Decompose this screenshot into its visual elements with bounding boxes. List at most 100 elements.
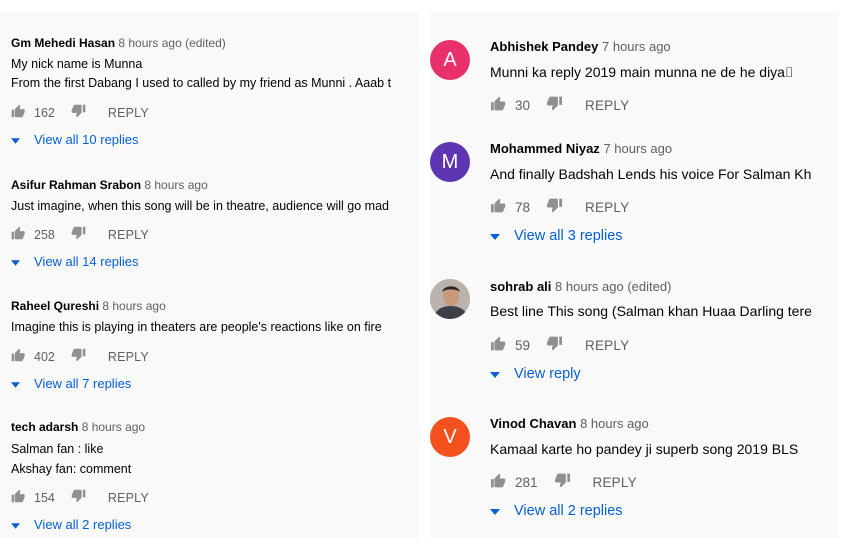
avatar[interactable] — [430, 279, 470, 319]
comment-header: tech adarsh 8 hours ago — [11, 420, 145, 434]
view-replies-label: View all 7 replies — [34, 376, 132, 391]
comment-timestamp[interactable]: 8 hours ago — [102, 299, 165, 313]
comment-actions: 154 REPLY — [11, 489, 149, 506]
avatar[interactable]: A — [430, 40, 470, 80]
thumbs-up-icon[interactable] — [490, 473, 507, 491]
view-replies-label: View all 2 replies — [34, 517, 132, 532]
view-replies-button[interactable]: View all 14 replies — [11, 254, 139, 269]
like-count: 402 — [34, 349, 55, 364]
thumbs-up-icon[interactable] — [490, 336, 507, 354]
comment-text-line: And finally Badshah Lends his voice For … — [490, 166, 812, 182]
comment-actions: 258 REPLY — [11, 226, 149, 243]
thumbs-up-icon[interactable] — [11, 104, 26, 121]
author-name[interactable]: Raheel Qureshi — [11, 299, 99, 313]
caret-down-icon — [490, 228, 500, 244]
view-replies-label: View all 2 replies — [514, 503, 623, 519]
comment-text-line: Imagine this is playing in theaters are … — [11, 320, 382, 334]
author-name[interactable]: sohrab ali — [490, 279, 551, 294]
view-replies-button[interactable]: View all 7 replies — [11, 376, 131, 391]
thumbs-up-icon[interactable] — [11, 226, 26, 243]
author-name[interactable]: tech adarsh — [11, 420, 78, 434]
reply-button[interactable]: REPLY — [585, 98, 629, 113]
reply-button[interactable]: REPLY — [108, 106, 149, 120]
comment-header: Asifur Rahman Srabon 8 hours ago — [11, 178, 208, 192]
thumbs-down-icon[interactable] — [546, 96, 563, 114]
thumbs-down-icon[interactable] — [71, 348, 86, 365]
reply-button[interactable]: REPLY — [108, 228, 149, 242]
thumbs-down-icon[interactable] — [71, 104, 86, 121]
view-replies-label: View reply — [514, 366, 581, 382]
author-name[interactable]: Gm Mehedi Hasan — [11, 36, 115, 50]
like-count: 30 — [515, 97, 531, 113]
comment-text-line: My nick name is Munna — [11, 57, 143, 71]
reply-button[interactable]: REPLY — [593, 475, 637, 490]
thumbs-down-icon[interactable] — [554, 473, 571, 491]
view-replies-label: View all 3 replies — [514, 228, 623, 244]
comment-text-line: Best line This song (Salman khan Huaa Da… — [490, 303, 812, 319]
view-replies-button[interactable]: View all 3 replies — [490, 228, 623, 244]
view-replies-button[interactable]: View all 10 replies — [11, 132, 139, 147]
comment-text-line: Kamaal karte ho pandey ji superb song 20… — [490, 441, 799, 457]
comment-text-line: Munni ka reply 2019 main munna ne de he … — [490, 64, 794, 80]
view-replies-label: View all 10 replies — [34, 132, 139, 147]
comment-actions: 402 REPLY — [11, 348, 149, 365]
caret-down-icon — [490, 503, 500, 519]
right-comments-panel: A Abhishek Pandey 7 hours ago Munni ka r… — [430, 12, 838, 538]
author-name[interactable]: Abhishek Pandey — [490, 39, 598, 54]
comment-actions: 78 REPLY — [490, 198, 629, 216]
view-replies-button[interactable]: View all 2 replies — [11, 517, 131, 532]
comment-timestamp[interactable]: 8 hours ago — [580, 416, 649, 431]
comment-text-line: From the first Dabang I used to called b… — [11, 76, 392, 90]
comment-header: Abhishek Pandey 7 hours ago — [490, 39, 671, 54]
author-name[interactable]: Vinod Chavan — [490, 416, 576, 431]
like-count: 258 — [34, 227, 55, 242]
author-name[interactable]: Asifur Rahman Srabon — [11, 178, 141, 192]
thumbs-down-icon[interactable] — [546, 336, 563, 354]
reply-button[interactable]: REPLY — [585, 338, 629, 353]
comment-timestamp[interactable]: 8 hours ago (edited) — [555, 279, 671, 294]
comment-text-line: Akshay fan: comment — [11, 462, 132, 476]
comment-actions: 30 REPLY — [490, 96, 629, 114]
thumbs-up-icon[interactable] — [490, 198, 507, 216]
view-replies-button[interactable]: View all 2 replies — [490, 503, 623, 519]
thumbs-down-icon[interactable] — [71, 489, 86, 506]
view-replies-button[interactable]: View reply — [490, 366, 581, 382]
thumbs-down-icon[interactable] — [71, 226, 86, 243]
comment-timestamp[interactable]: 7 hours ago — [603, 141, 672, 156]
thumbs-up-icon[interactable] — [11, 489, 26, 506]
caret-down-icon — [11, 132, 20, 147]
author-name[interactable]: Mohammed Niyaz — [490, 141, 600, 156]
reply-button[interactable]: REPLY — [585, 200, 629, 215]
thumbs-up-icon[interactable] — [490, 96, 507, 114]
comment-actions: 162 REPLY — [11, 104, 149, 121]
comment-header: Gm Mehedi Hasan 8 hours ago (edited) — [11, 36, 226, 50]
like-count: 281 — [515, 474, 538, 490]
caret-down-icon — [490, 366, 500, 382]
reply-button[interactable]: REPLY — [108, 491, 149, 505]
like-count: 78 — [515, 199, 531, 215]
comment-actions: 281 REPLY — [490, 473, 637, 491]
comment-timestamp[interactable]: 8 hours ago — [144, 178, 207, 192]
profile-photo — [430, 279, 470, 319]
view-replies-label: View all 14 replies — [34, 254, 139, 269]
avatar[interactable]: M — [430, 142, 470, 182]
comment-actions: 59 REPLY — [490, 336, 629, 354]
like-count: 59 — [515, 337, 531, 353]
comment-header: Vinod Chavan 8 hours ago — [490, 416, 649, 431]
comment-timestamp[interactable]: 7 hours ago — [602, 39, 671, 54]
like-count: 162 — [34, 105, 55, 120]
left-comments-panel: Gm Mehedi Hasan 8 hours ago (edited) My … — [0, 12, 419, 538]
caret-down-icon — [11, 376, 20, 391]
thumbs-up-icon[interactable] — [11, 348, 26, 365]
thumbs-down-icon[interactable] — [546, 198, 563, 216]
caret-down-icon — [11, 517, 20, 532]
comment-timestamp[interactable]: 8 hours ago (edited) — [118, 36, 225, 50]
like-count: 154 — [34, 490, 55, 505]
comment-header: Mohammed Niyaz 7 hours ago — [490, 141, 672, 156]
reply-button[interactable]: REPLY — [108, 350, 149, 364]
comment-timestamp[interactable]: 8 hours ago — [82, 420, 145, 434]
comment-header: sohrab ali 8 hours ago (edited) — [490, 279, 671, 294]
comment-header: Raheel Qureshi 8 hours ago — [11, 299, 166, 313]
avatar[interactable]: V — [430, 417, 470, 457]
comment-text-line: Salman fan : like — [11, 442, 104, 456]
